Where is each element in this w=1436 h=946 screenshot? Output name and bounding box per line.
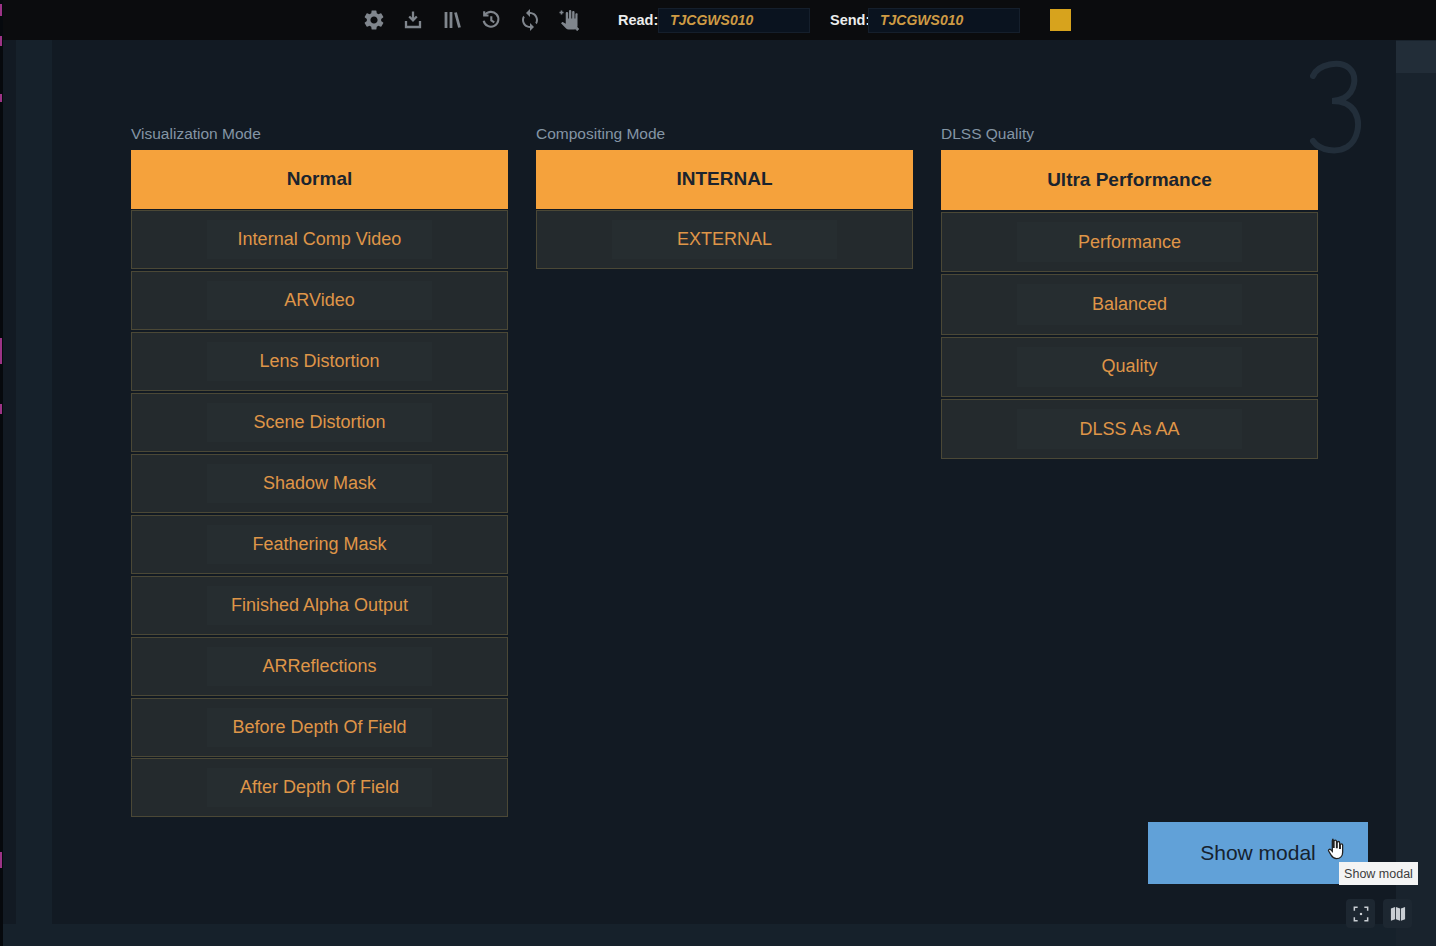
- compositing-mode-group: Compositing Mode INTERNAL EXTERNAL: [536, 125, 913, 271]
- left-edge-strip: [0, 0, 3, 946]
- option-feathering-mask[interactable]: Feathering Mask: [131, 515, 508, 574]
- left-panel-band: [16, 40, 52, 946]
- artifact: [0, 36, 2, 46]
- top-toolbar: Read: TJCGWS010 Send: TJCGWS010: [0, 0, 1436, 40]
- artifact: [0, 338, 2, 364]
- history-icon[interactable]: [479, 8, 503, 32]
- group-title: Compositing Mode: [536, 125, 913, 150]
- option-external[interactable]: EXTERNAL: [536, 210, 913, 269]
- option-before-depth-of-field[interactable]: Before Depth Of Field: [131, 698, 508, 757]
- expand-button[interactable]: [1346, 899, 1375, 928]
- option-after-depth-of-field[interactable]: After Depth Of Field: [131, 758, 508, 817]
- option-balanced[interactable]: Balanced: [941, 274, 1318, 334]
- option-shadow-mask[interactable]: Shadow Mask: [131, 454, 508, 513]
- option-internal[interactable]: INTERNAL: [536, 150, 913, 209]
- option-arreflections[interactable]: ARReflections: [131, 637, 508, 696]
- scrollbar-track[interactable]: [1396, 40, 1436, 946]
- cursor-pointer: [1322, 836, 1348, 864]
- send-input[interactable]: TJCGWS010: [868, 8, 1020, 33]
- option-lens-distortion[interactable]: Lens Distortion: [131, 332, 508, 391]
- read-label: Read:: [618, 0, 658, 40]
- option-finished-alpha-output[interactable]: Finished Alpha Output: [131, 576, 508, 635]
- option-internal-comp-video[interactable]: Internal Comp Video: [131, 210, 508, 269]
- option-quality[interactable]: Quality: [941, 337, 1318, 397]
- group-title: Visualization Mode: [131, 125, 508, 150]
- refresh-icon[interactable]: [518, 8, 542, 32]
- show-modal-tooltip: Show modal: [1339, 862, 1418, 885]
- option-normal[interactable]: Normal: [131, 150, 508, 209]
- group-title: DLSS Quality: [941, 125, 1318, 150]
- color-swatch-button[interactable]: [1050, 9, 1071, 31]
- send-label: Send:: [830, 0, 870, 40]
- bottom-panel-band: [0, 924, 1436, 946]
- artifact: [0, 852, 2, 868]
- visualization-mode-group: Visualization Mode Normal Internal Comp …: [131, 125, 508, 819]
- option-scene-distortion[interactable]: Scene Distortion: [131, 393, 508, 452]
- expand-icon: [1351, 904, 1371, 924]
- download-icon[interactable]: [401, 8, 425, 32]
- map-icon: [1388, 904, 1408, 924]
- artifact: [0, 4, 2, 16]
- library-icon[interactable]: [440, 8, 464, 32]
- dlss-quality-group: DLSS Quality Ultra Performance Performan…: [941, 125, 1318, 461]
- map-button[interactable]: [1383, 899, 1412, 928]
- option-arvideo[interactable]: ARVideo: [131, 271, 508, 330]
- scrollbar-thumb[interactable]: [1396, 41, 1436, 73]
- artifact: [0, 94, 2, 102]
- option-ultra-performance[interactable]: Ultra Performance: [941, 150, 1318, 210]
- option-dlss-as-aa[interactable]: DLSS As AA: [941, 399, 1318, 459]
- read-input[interactable]: TJCGWS010: [658, 8, 810, 33]
- option-performance[interactable]: Performance: [941, 212, 1318, 272]
- settings-icon[interactable]: [362, 8, 386, 32]
- pan-add-icon[interactable]: [557, 8, 581, 32]
- artifact: [0, 404, 2, 414]
